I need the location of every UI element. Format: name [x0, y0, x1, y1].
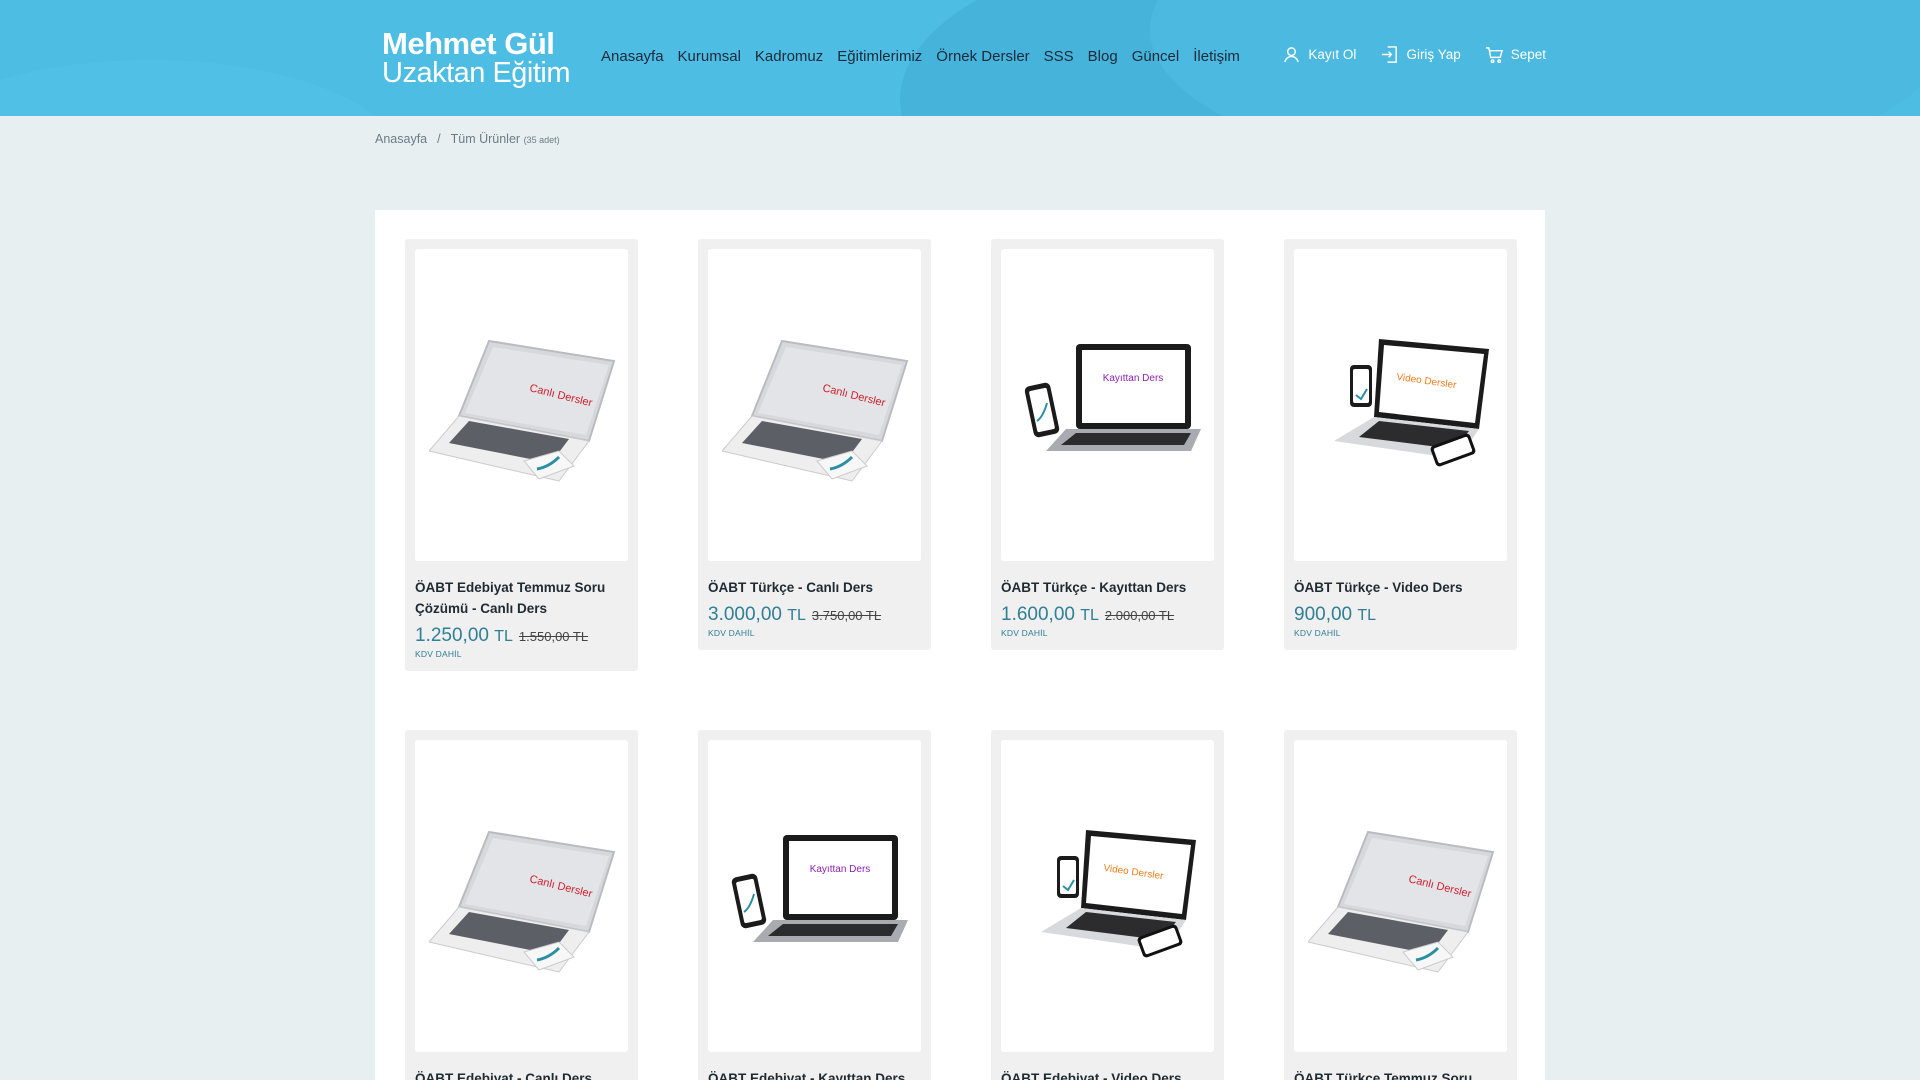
nav-item-iletisim[interactable]: İletişim — [1193, 48, 1240, 65]
price-currency: TL — [494, 628, 513, 645]
laptop-phone-illustration: Video Dersler — [1041, 830, 1196, 958]
breadcrumb-count: (35 adet) — [523, 135, 560, 145]
product-title[interactable]: ÖABT Türkçe - Kayıttan Ders — [1001, 577, 1214, 598]
product-image[interactable]: Kayıttan Ders — [708, 740, 921, 1052]
logo-line-2: Uzaktan Eğitim — [382, 57, 571, 89]
nav-item-anasayfa[interactable]: Anasayfa — [601, 48, 664, 65]
header-wave — [0, 60, 400, 116]
product-image[interactable]: Canlı Dersler — [415, 249, 628, 561]
cart-label: Sepet — [1510, 47, 1546, 62]
product-card[interactable]: Canlı Dersler ÖABT Türkçe - Canlı Ders 3… — [698, 239, 931, 650]
product-title[interactable]: ÖABT Edebiyat - Canlı Ders — [415, 1068, 628, 1080]
cart-link[interactable]: Sepet — [1485, 45, 1546, 64]
login-icon — [1382, 46, 1398, 63]
product-card[interactable]: Canlı Dersler ÖABT Türkçe Temmuz Soru — [1284, 730, 1517, 1080]
nav-item-ornek-dersler[interactable]: Örnek Dersler — [936, 48, 1029, 65]
product-price: 900,00 TL — [1294, 604, 1376, 626]
product-price: 1.600,00 TL — [1001, 604, 1099, 626]
price-value: 3.000,00 — [708, 604, 782, 625]
price-currency: TL — [1357, 607, 1377, 624]
vat-label: KDV DAHİL — [415, 649, 462, 659]
register-label: Kayıt Ol — [1308, 47, 1357, 62]
product-image[interactable]: Canlı Dersler — [415, 740, 628, 1052]
laptop-illustration: Canlı Dersler — [722, 339, 909, 482]
price-value: 1.600,00 — [1001, 604, 1075, 625]
breadcrumb: Anasayfa / Tüm Ürünler (35 adet) — [375, 132, 560, 146]
cart-icon — [1485, 47, 1503, 64]
product-old-price: 2.000,00 TL — [1104, 608, 1175, 623]
price-row: 3.000,00 TL 3.750,00 TL — [708, 604, 921, 626]
laptop-illustration: Canlı Dersler — [429, 339, 616, 482]
product-image[interactable]: Kayıttan Ders — [1001, 249, 1214, 561]
product-card[interactable]: Canlı Dersler ÖABT Edebiyat - Canlı Ders — [405, 730, 638, 1080]
product-card[interactable]: Video Dersler ÖABT Edebiyat - Video Ders — [991, 730, 1224, 1080]
nav-item-sss[interactable]: SSS — [1044, 48, 1074, 65]
price-row: 900,00 TL — [1294, 604, 1507, 626]
product-title[interactable]: ÖABT Edebiyat - Video Ders — [1001, 1068, 1214, 1080]
price-currency: TL — [1080, 607, 1099, 624]
laptop-phone-illustration: Kayıttan Ders — [731, 835, 908, 942]
user-links: Kayıt Ol Giriş Yap Sepet — [1282, 45, 1546, 64]
main-nav: Anasayfa Kurumsal Kadromuz Eğitimlerimiz… — [601, 48, 1254, 65]
product-price: 3.000,00 TL — [708, 604, 806, 626]
product-image[interactable]: Canlı Dersler — [1294, 740, 1507, 1052]
register-link[interactable]: Kayıt Ol — [1282, 45, 1356, 64]
breadcrumb-current: Tüm Ürünler — [450, 132, 521, 146]
user-icon — [1284, 47, 1300, 63]
laptop-illustration: Canlı Dersler — [429, 830, 616, 973]
product-grid: Canlı Dersler ÖABT Edebiyat Temmuz Soru … — [375, 210, 1545, 1080]
image-caption: Kayıttan Ders — [1103, 373, 1164, 384]
product-old-price: 1.550,00 TL — [518, 629, 589, 644]
login-label: Giriş Yap — [1406, 47, 1461, 62]
breadcrumb-separator: / — [437, 132, 441, 146]
product-card[interactable]: Canlı Dersler ÖABT Edebiyat Temmuz Soru … — [405, 239, 638, 671]
site-logo[interactable]: Mehmet Gül Uzaktan Eğitim — [382, 26, 571, 89]
laptop-illustration: Canlı Dersler — [1308, 830, 1495, 973]
nav-item-blog[interactable]: Blog — [1088, 48, 1118, 65]
laptop-phone-illustration: Kayıttan Ders — [1024, 344, 1201, 451]
product-card[interactable]: Kayıttan Ders ÖABT Türkçe - Kayıttan Der… — [991, 239, 1224, 650]
product-title[interactable]: ÖABT Edebiyat Temmuz Soru Çözümü - Canlı… — [415, 577, 628, 619]
product-card[interactable]: Kayıttan Ders ÖABT Edebiyat - Kayıttan D… — [698, 730, 931, 1080]
nav-item-kadromuz[interactable]: Kadromuz — [755, 48, 823, 65]
price-value: 1.250,00 — [415, 625, 489, 646]
product-title[interactable]: ÖABT Türkçe Temmuz Soru — [1294, 1068, 1507, 1080]
product-old-price: 3.750,00 TL — [811, 608, 882, 623]
nav-item-guncel[interactable]: Güncel — [1132, 48, 1180, 65]
product-title[interactable]: ÖABT Edebiyat - Kayıttan Ders — [708, 1068, 921, 1080]
price-row: 1.600,00 TL 2.000,00 TL — [1001, 604, 1214, 626]
login-link[interactable]: Giriş Yap — [1380, 45, 1461, 64]
laptop-phone-illustration: Video Dersler — [1334, 339, 1489, 467]
breadcrumb-home[interactable]: Anasayfa — [375, 132, 427, 146]
product-title[interactable]: ÖABT Türkçe - Canlı Ders — [708, 577, 921, 598]
nav-item-kurumsal[interactable]: Kurumsal — [678, 48, 741, 65]
product-title[interactable]: ÖABT Türkçe - Video Ders — [1294, 577, 1507, 598]
nav-item-egitimlerimiz[interactable]: Eğitimlerimiz — [837, 48, 922, 65]
vat-label: KDV DAHİL — [708, 628, 755, 638]
image-caption: Kayıttan Ders — [810, 864, 871, 875]
product-image[interactable]: Video Dersler — [1294, 249, 1507, 561]
logo-line-1: Mehmet Gül — [382, 26, 555, 61]
product-image[interactable]: Video Dersler — [1001, 740, 1214, 1052]
product-card[interactable]: Video Dersler ÖABT Türkçe - Video Ders 9… — [1284, 239, 1517, 650]
product-image[interactable]: Canlı Dersler — [708, 249, 921, 561]
site-header: Mehmet Gül Uzaktan Eğitim Anasayfa Kurum… — [0, 0, 1920, 116]
price-currency: TL — [787, 607, 806, 624]
price-value: 900,00 — [1294, 604, 1353, 625]
product-price: 1.250,00 TL — [415, 625, 513, 647]
vat-label: KDV DAHİL — [1001, 628, 1048, 638]
vat-label: KDV DAHİL — [1294, 628, 1341, 638]
price-row: 1.250,00 TL 1.550,00 TL — [415, 625, 628, 647]
